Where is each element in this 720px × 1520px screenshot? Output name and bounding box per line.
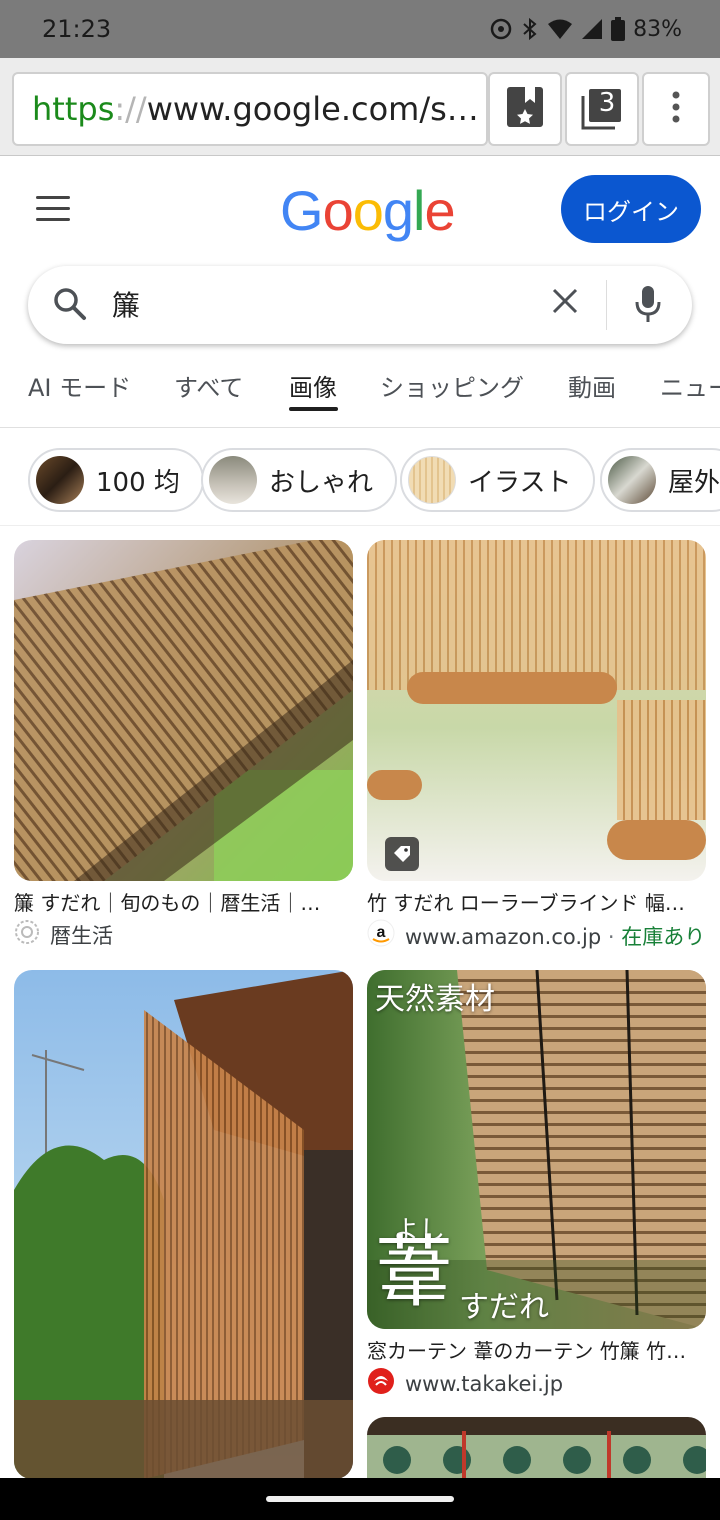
status-bar: 21:23 83% — [0, 0, 720, 58]
takakei-favicon — [367, 1367, 395, 1400]
sync-icon — [489, 17, 513, 41]
status-icons: 83% — [489, 17, 682, 42]
chip-thumbnail — [36, 456, 84, 504]
svg-text:a: a — [377, 924, 386, 941]
result-title[interactable]: 簾 すだれ｜旬のもの｜暦生活｜… — [14, 887, 353, 916]
tab-all[interactable]: すべて — [174, 368, 243, 403]
google-logo[interactable]: Google — [280, 178, 456, 243]
tab-videos[interactable]: 動画 — [568, 368, 616, 403]
url-field[interactable]: https://www.google.com/sear... — [12, 72, 488, 146]
tab-images[interactable]: 画像 — [289, 368, 337, 403]
tab-ai-mode[interactable]: AI モード — [28, 368, 131, 403]
result-source[interactable]: a www.amazon.co.jp · 在庫あり — [367, 919, 705, 952]
url-scheme: https — [32, 90, 115, 128]
result-title[interactable]: 竹 すだれ ローラーブラインド 幅… — [367, 887, 706, 916]
battery-icon — [611, 17, 626, 41]
chip-label: イラスト — [468, 467, 572, 498]
tab-news[interactable]: ニュー — [660, 368, 720, 403]
result-title[interactable]: 窓カーテン 葦のカーテン 竹簾 竹… — [367, 1335, 706, 1364]
result-image[interactable]: 天然素材 よし 葦 すだれ — [367, 970, 706, 1329]
active-tab-indicator — [289, 407, 338, 411]
microphone-icon[interactable] — [634, 284, 662, 328]
home-gesture-handle[interactable] — [266, 1496, 454, 1502]
result-image[interactable] — [14, 970, 353, 1478]
url-text: www.google.com/sear... — [146, 90, 486, 128]
result-image[interactable] — [367, 1417, 706, 1478]
browser-menu-button[interactable] — [642, 72, 710, 146]
shopping-tag-icon — [385, 837, 419, 871]
status-time: 21:23 — [42, 15, 112, 43]
hamburger-menu-icon[interactable] — [36, 196, 70, 222]
chip-stylish[interactable]: おしゃれ — [201, 448, 398, 512]
google-header: Google ログイン — [0, 156, 720, 266]
tab-shopping[interactable]: ショッピング — [380, 368, 524, 403]
source-name: www.amazon.co.jp — [405, 924, 602, 949]
chip-thumbnail — [608, 456, 656, 504]
chip-100yen[interactable]: 100 均 — [28, 448, 204, 512]
chip-label: 屋外 — [668, 467, 720, 498]
stock-status: 在庫あり — [621, 924, 706, 949]
search-tabs: AI モード すべて 画像 ショッピング 動画 ニュー — [0, 356, 720, 428]
chip-outdoor[interactable]: 屋外 — [600, 448, 720, 512]
search-divider — [606, 280, 607, 330]
clear-search-icon[interactable] — [550, 286, 580, 320]
overlay-caption: 天然素材 — [375, 982, 495, 1017]
bluetooth-icon — [521, 17, 539, 41]
tab-count: 3 — [598, 88, 616, 118]
refinement-chips: 100 均 おしゃれ イラスト 屋外 — [0, 448, 720, 512]
more-vert-icon — [671, 91, 681, 127]
result-source[interactable]: 暦生活 — [14, 919, 113, 950]
chip-illustration[interactable]: イラスト — [400, 448, 596, 512]
system-navigation-bar — [0, 1478, 720, 1520]
search-box[interactable]: 簾 — [28, 266, 692, 344]
overlay-small-text: すだれ — [459, 1290, 549, 1325]
source-name: 暦生活 — [50, 923, 113, 948]
wifi-icon — [547, 18, 573, 40]
tabs-button[interactable]: 3 — [565, 72, 639, 146]
chip-thumbnail — [209, 456, 257, 504]
browser-toolbar: https://www.google.com/sear... 3 — [0, 58, 720, 156]
site-favicon — [14, 919, 40, 950]
overlay-big-text: 葦 — [375, 1228, 454, 1318]
result-source[interactable]: www.takakei.jp — [367, 1367, 563, 1400]
chip-thumbnail — [408, 456, 456, 504]
login-button[interactable]: ログイン — [561, 175, 701, 243]
bookmark-button[interactable] — [488, 72, 562, 146]
result-image[interactable] — [367, 540, 706, 881]
signal-icon — [581, 18, 603, 40]
battery-percent: 83% — [633, 16, 682, 42]
url-separator: :// — [114, 90, 147, 128]
result-image[interactable] — [14, 540, 353, 881]
tabs-icon: 3 — [579, 86, 625, 132]
image-results-grid: 簾 すだれ｜旬のもの｜暦生活｜… 暦生活 竹 すだれ ローラーブラインド 幅… … — [0, 525, 720, 1478]
chip-label: おしゃれ — [269, 467, 374, 498]
search-icon[interactable] — [52, 286, 88, 326]
bookmark-icon — [505, 85, 545, 133]
source-name: www.takakei.jp — [405, 1371, 564, 1396]
amazon-favicon: a — [367, 919, 395, 952]
chip-label: 100 均 — [96, 467, 180, 498]
search-query[interactable]: 簾 — [112, 284, 140, 324]
